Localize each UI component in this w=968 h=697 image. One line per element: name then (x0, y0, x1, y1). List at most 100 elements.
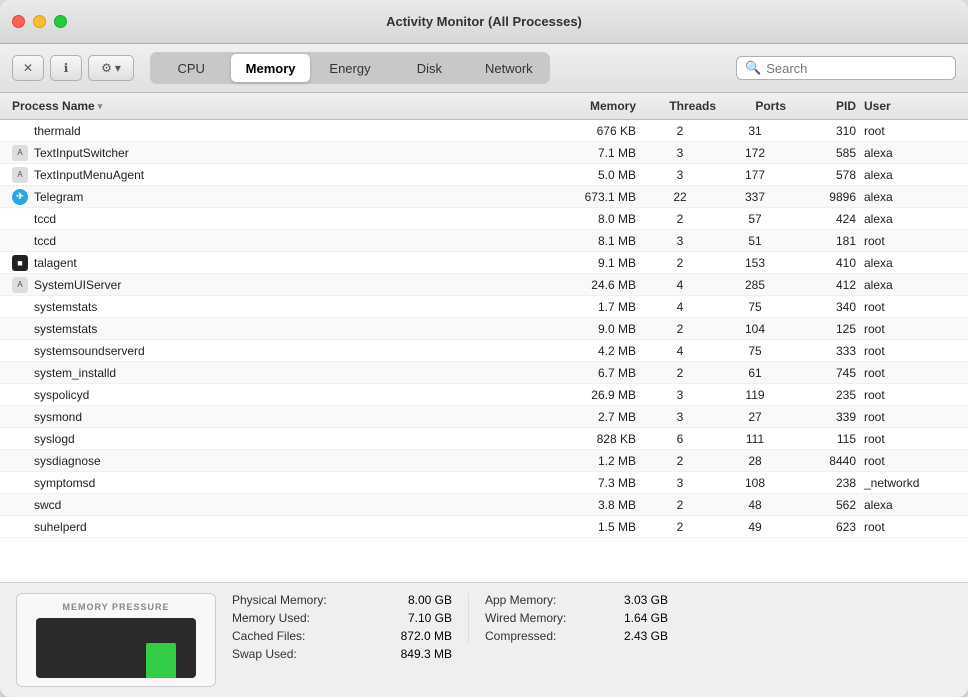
process-name: A SystemUIServer (8, 275, 550, 295)
table-row[interactable]: systemstats 1.7 MB 4 75 340 root (0, 296, 968, 318)
close-button[interactable] (12, 15, 25, 28)
col-header-ports[interactable]: Ports (720, 93, 790, 119)
process-icon (12, 431, 28, 447)
tab-energy[interactable]: Energy (311, 54, 389, 82)
process-pid: 412 (790, 276, 860, 294)
stat-label: App Memory: (485, 593, 556, 607)
table-row[interactable]: sysmond 2.7 MB 3 27 339 root (0, 406, 968, 428)
stats-right-box: App Memory: 3.03 GB Wired Memory: 1.64 G… (468, 593, 668, 643)
search-icon: 🔍 (745, 60, 761, 76)
search-input[interactable] (766, 61, 947, 76)
process-ports: 51 (720, 232, 790, 250)
tab-memory[interactable]: Memory (231, 54, 309, 82)
process-pid: 235 (790, 386, 860, 404)
process-name: systemstats (8, 319, 550, 339)
stat-row: Cached Files: 872.0 MB (232, 629, 452, 643)
titlebar: Activity Monitor (All Processes) (0, 0, 968, 44)
process-name: sysdiagnose (8, 451, 550, 471)
table-row[interactable]: A SystemUIServer 24.6 MB 4 285 412 alexa (0, 274, 968, 296)
process-memory: 4.2 MB (550, 342, 640, 360)
process-name-label: sysmond (34, 410, 82, 424)
table-row[interactable]: syslogd 828 KB 6 111 115 root (0, 428, 968, 450)
tab-network[interactable]: Network (470, 54, 548, 82)
process-ports: 61 (720, 364, 790, 382)
table-row[interactable]: tccd 8.0 MB 2 57 424 alexa (0, 208, 968, 230)
process-name-label: tccd (34, 212, 56, 226)
process-ports: 172 (720, 144, 790, 162)
tab-cpu[interactable]: CPU (152, 54, 230, 82)
process-threads: 2 (640, 210, 720, 228)
process-name-label: sysdiagnose (34, 454, 101, 468)
process-threads: 3 (640, 232, 720, 250)
table-row[interactable]: symptomsd 7.3 MB 3 108 238 _networkd (0, 472, 968, 494)
process-pid: 333 (790, 342, 860, 360)
process-threads: 6 (640, 430, 720, 448)
process-ports: 177 (720, 166, 790, 184)
search-box[interactable]: 🔍 (736, 56, 956, 80)
process-memory: 7.3 MB (550, 474, 640, 492)
col-header-threads[interactable]: Threads (640, 93, 720, 119)
table-row[interactable]: suhelperd 1.5 MB 2 49 623 root (0, 516, 968, 538)
table-row[interactable]: tccd 8.1 MB 3 51 181 root (0, 230, 968, 252)
process-icon (12, 497, 28, 513)
gear-button[interactable]: ⚙ ▾ (88, 55, 134, 81)
tab-group: CPU Memory Energy Disk Network (150, 52, 550, 84)
minimize-button[interactable] (33, 15, 46, 28)
table-row[interactable]: thermald 676 KB 2 31 310 root (0, 120, 968, 142)
stop-icon: ✕ (23, 61, 33, 75)
process-pid: 623 (790, 518, 860, 536)
tab-disk[interactable]: Disk (390, 54, 468, 82)
stop-button[interactable]: ✕ (12, 55, 44, 81)
stat-row: Memory Used: 7.10 GB (232, 611, 452, 625)
process-memory: 26.9 MB (550, 386, 640, 404)
stats-box: Physical Memory: 8.00 GB Memory Used: 7.… (232, 593, 452, 661)
process-memory: 5.0 MB (550, 166, 640, 184)
process-user: root (860, 452, 960, 470)
table-row[interactable]: syspolicyd 26.9 MB 3 119 235 root (0, 384, 968, 406)
process-name-label: syslogd (34, 432, 75, 446)
toolbar-left: ✕ ℹ ⚙ ▾ (12, 55, 134, 81)
stat-value: 872.0 MB (401, 629, 452, 643)
process-pid: 562 (790, 496, 860, 514)
stat-row: Compressed: 2.43 GB (485, 629, 668, 643)
process-name: systemsoundserverd (8, 341, 550, 361)
process-name-label: systemstats (34, 322, 97, 336)
activity-monitor-window: Activity Monitor (All Processes) ✕ ℹ ⚙ ▾… (0, 0, 968, 697)
process-user: alexa (860, 276, 960, 294)
table-row[interactable]: systemsoundserverd 4.2 MB 4 75 333 root (0, 340, 968, 362)
process-pid: 115 (790, 430, 860, 448)
process-ports: 153 (720, 254, 790, 272)
process-name: A TextInputMenuAgent (8, 165, 550, 185)
col-header-process-name[interactable]: Process Name ▾ (8, 93, 550, 119)
col-header-user[interactable]: User (860, 93, 960, 119)
table-row[interactable]: swcd 3.8 MB 2 48 562 alexa (0, 494, 968, 516)
table-row[interactable]: ■ talagent 9.1 MB 2 153 410 alexa (0, 252, 968, 274)
process-user: root (860, 518, 960, 536)
info-button[interactable]: ℹ (50, 55, 82, 81)
table-row[interactable]: system_installd 6.7 MB 2 61 745 root (0, 362, 968, 384)
table-row[interactable]: A TextInputSwitcher 7.1 MB 3 172 585 ale… (0, 142, 968, 164)
table-row[interactable]: A TextInputMenuAgent 5.0 MB 3 177 578 al… (0, 164, 968, 186)
process-pid: 9896 (790, 188, 860, 206)
table-row[interactable]: ✈ Telegram 673.1 MB 22 337 9896 alexa (0, 186, 968, 208)
sort-arrow-icon: ▾ (98, 101, 103, 112)
table-row[interactable]: systemstats 9.0 MB 2 104 125 root (0, 318, 968, 340)
col-header-memory[interactable]: Memory (550, 93, 640, 119)
process-name: syspolicyd (8, 385, 550, 405)
col-header-pid[interactable]: PID (790, 93, 860, 119)
process-name: tccd (8, 209, 550, 229)
table-row[interactable]: sysdiagnose 1.2 MB 2 28 8440 root (0, 450, 968, 472)
process-threads: 4 (640, 342, 720, 360)
process-name: syslogd (8, 429, 550, 449)
process-user: root (860, 122, 960, 140)
maximize-button[interactable] (54, 15, 67, 28)
process-icon: ■ (12, 255, 28, 271)
stat-value: 849.3 MB (401, 647, 452, 661)
process-name: system_installd (8, 363, 550, 383)
process-ports: 75 (720, 298, 790, 316)
process-name: A TextInputSwitcher (8, 143, 550, 163)
process-threads: 4 (640, 298, 720, 316)
stat-label: Physical Memory: (232, 593, 327, 607)
process-ports: 111 (720, 430, 790, 448)
process-icon: A (12, 277, 28, 293)
